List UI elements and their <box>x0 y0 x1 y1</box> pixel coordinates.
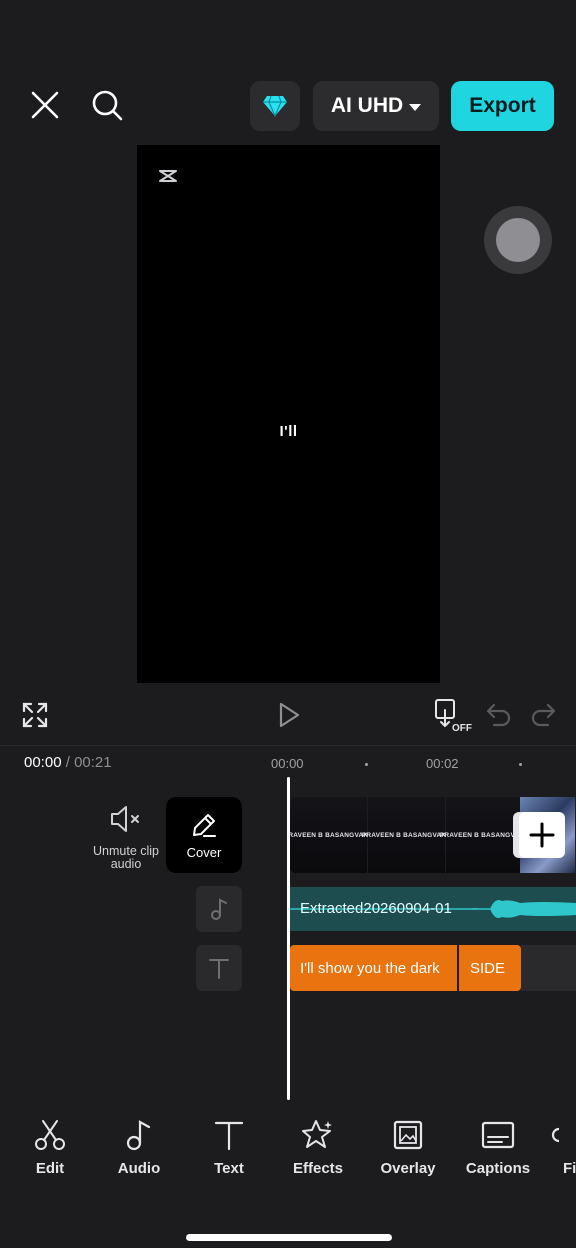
unmute-clip-audio-button[interactable]: Unmute clip audio <box>92 804 160 871</box>
resolution-dropdown[interactable]: AI UHD <box>313 81 439 131</box>
cover-label: Cover <box>186 844 222 860</box>
add-clip-button[interactable] <box>519 812 565 858</box>
audio-clip[interactable]: Extracted20260904-01 <box>290 887 576 931</box>
playback-controls: OFF <box>0 690 576 740</box>
bottom-toolbar: Edit Audio Text Effects Overlay Captions <box>0 1118 576 1188</box>
music-note-icon <box>122 1118 156 1152</box>
ruler-label: 00:00 <box>271 756 304 771</box>
effects-star-icon <box>301 1118 335 1152</box>
time-display: 00:00 / 00:21 <box>24 754 112 771</box>
playhead[interactable] <box>287 777 290 1100</box>
fullscreen-icon[interactable] <box>18 698 52 732</box>
add-text-track-button[interactable] <box>196 945 242 991</box>
cover-button[interactable]: Cover <box>166 797 242 873</box>
capcut-logo-icon <box>157 165 179 187</box>
top-bar: AI UHD Export <box>0 0 576 145</box>
toolbar-label: Audio <box>117 1160 161 1177</box>
ruler-dot <box>519 763 522 766</box>
captions-icon <box>481 1118 515 1152</box>
undo-icon[interactable] <box>482 698 514 730</box>
text-icon <box>212 1118 246 1152</box>
resolution-label: AI UHD <box>330 94 404 117</box>
video-thumbnail: PRAVEEN B BASANGVAKA <box>290 797 373 873</box>
floating-record-button[interactable] <box>484 206 552 274</box>
toolbar-filters[interactable]: Fi <box>545 1118 576 1184</box>
text-icon <box>209 959 229 979</box>
toolbar-label: Effects <box>292 1160 344 1177</box>
speaker-muted-icon <box>111 806 139 832</box>
pencil-icon <box>193 813 216 837</box>
audio-clip-label: Extracted20260904-01 <box>300 900 452 917</box>
home-indicator <box>186 1234 392 1241</box>
toolbar-label: Fi <box>563 1160 576 1177</box>
play-icon[interactable] <box>272 698 306 732</box>
toolbar-label: Edit <box>35 1160 65 1177</box>
toolbar-audio[interactable]: Audio <box>96 1118 182 1184</box>
toolbar-label: Overlay <box>380 1160 436 1177</box>
keyframe-off-icon[interactable]: OFF <box>432 696 472 734</box>
thumbnail-text: PRAVEEN B BASANGVAKA <box>290 831 374 839</box>
overlay-icon <box>391 1118 425 1152</box>
video-preview[interactable]: I'll <box>137 145 440 683</box>
music-note-icon <box>211 898 227 920</box>
thumbnail-text: PRAVEEN B BASANGVAKA <box>361 831 452 839</box>
close-icon[interactable] <box>24 84 66 126</box>
toolbar-captions[interactable]: Captions <box>455 1118 541 1184</box>
toolbar-label: Captions <box>465 1160 531 1177</box>
total-time: 00:21 <box>74 754 112 771</box>
filters-icon <box>545 1118 576 1152</box>
preview-caption: I'll <box>279 423 298 440</box>
plus-icon <box>529 822 555 848</box>
text-clip[interactable]: SIDE <box>459 945 521 991</box>
diamond-icon[interactable] <box>250 81 300 131</box>
export-button[interactable]: Export <box>451 81 554 131</box>
redo-icon[interactable] <box>528 698 560 730</box>
video-thumbnail: PRAVEEN B BASANGVAKA <box>440 797 529 873</box>
thumbnail-text: PRAVEEN B BASANGVAKA <box>439 831 530 839</box>
record-button-inner <box>496 218 540 262</box>
scissors-icon <box>33 1118 67 1152</box>
add-audio-track-button[interactable] <box>196 886 242 932</box>
time-separator: / <box>65 754 70 771</box>
keyframe-off-label: OFF <box>452 723 472 734</box>
chevron-down-icon <box>409 103 422 111</box>
search-icon[interactable] <box>86 84 128 126</box>
toolbar-text[interactable]: Text <box>186 1118 272 1184</box>
timeline-divider <box>0 745 576 746</box>
ruler-dot <box>365 763 368 766</box>
toolbar-overlay[interactable]: Overlay <box>365 1118 451 1184</box>
toolbar-effects[interactable]: Effects <box>275 1118 361 1184</box>
current-time: 00:00 <box>24 754 62 771</box>
text-track-empty <box>521 945 576 991</box>
unmute-label: Unmute clip audio <box>93 844 159 871</box>
toolbar-label: Text <box>214 1160 244 1177</box>
video-thumbnail: PRAVEEN B BASANGVAKA <box>362 797 451 873</box>
ruler-label: 00:02 <box>426 756 459 771</box>
text-clip[interactable]: I'll show you the dark <box>290 945 457 991</box>
toolbar-edit[interactable]: Edit <box>7 1118 93 1184</box>
